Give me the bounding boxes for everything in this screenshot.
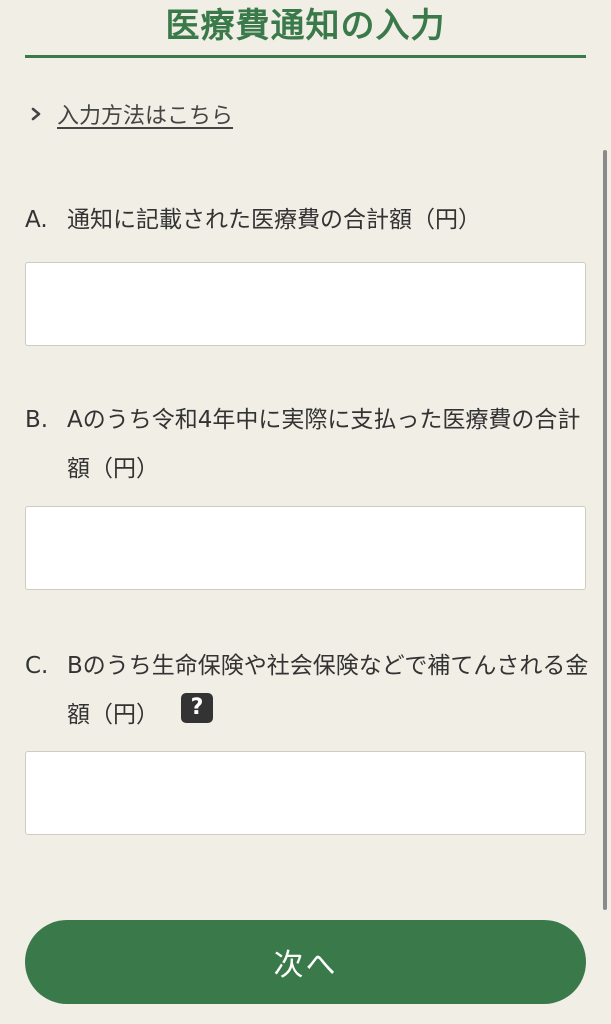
page-title: 医療費通知の入力 [165,6,446,46]
field-a-label: A. 通知に記載された医療費の合計額（円） [25,196,590,245]
chevron-right-icon [25,103,47,125]
field-c-input[interactable] [25,751,586,835]
field-b-label: B. Aのうち令和4年中に実際に支払った医療費の合計額（円） [25,396,590,494]
field-a-input[interactable] [25,262,586,346]
field-b-letter: B. [25,407,49,433]
field-a-text: 通知に記載された医療費の合計額（円） [67,207,481,233]
field-c-text-content: Bのうち生命保険や社会保険などで補てんされる金額（円） [67,653,589,728]
input-help-link[interactable]: 入力方法はこちら [25,96,233,132]
field-c-letter: C. [25,653,49,679]
question-icon[interactable]: ? [181,692,213,723]
field-b-text: Aのうち令和4年中に実際に支払った医療費の合計額（円） [67,407,581,482]
input-help-link-label[interactable]: 入力方法はこちら [57,98,233,130]
field-a-letter: A. [25,207,48,233]
scrollbar[interactable] [603,150,607,910]
field-c-text: Bのうち生命保険や社会保険などで補てんされる金額（円）? [67,642,590,740]
page-header: 医療費通知の入力 [25,0,586,58]
field-b-input[interactable] [25,506,586,590]
field-c-label: C. Bのうち生命保険や社会保険などで補てんされる金額（円）? [25,642,590,740]
next-button[interactable]: 次へ [25,920,586,1004]
